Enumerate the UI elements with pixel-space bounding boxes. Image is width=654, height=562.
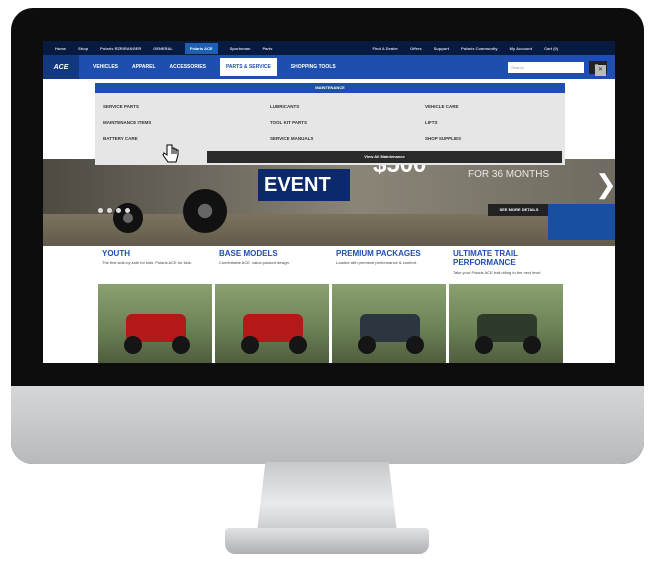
close-icon[interactable]: ✕	[595, 65, 606, 76]
hero-headline: EVENT	[258, 169, 350, 201]
topbar-find-dealer[interactable]: Find A Dealer	[372, 46, 398, 51]
card-desc: Comfortable ACE, value-packed design.	[219, 260, 290, 265]
menu-item-maintenance[interactable]: MAINTENANCE ITEMS	[103, 120, 151, 125]
card-photo[interactable]	[98, 284, 212, 363]
carousel-dot[interactable]	[125, 208, 130, 213]
topbar-ace[interactable]: Polaris ACE	[184, 42, 218, 54]
monitor-stand-base	[225, 528, 429, 554]
atv-wheel-graphic	[124, 336, 142, 354]
topbar-general[interactable]: GENERAL	[153, 46, 173, 51]
nav-shopping-tools[interactable]: SHOPPING TOOLS	[291, 64, 336, 70]
nav-parts-service[interactable]: PARTS & SERVICE	[219, 58, 277, 76]
topbar-parts[interactable]: Parts	[262, 46, 272, 51]
nav-apparel[interactable]: APPAREL	[132, 64, 156, 70]
carousel-dot[interactable]	[116, 208, 121, 213]
card-photo[interactable]	[332, 284, 446, 363]
card-premium-packages[interactable]: PREMIUM PACKAGES Loaded with premium per…	[332, 246, 446, 363]
topbar-shop[interactable]: Shop	[78, 46, 88, 51]
search-input[interactable]: Search	[508, 62, 584, 73]
see-more-button[interactable]: SEE MORE DETAILS	[488, 204, 550, 216]
menu-item-battery-care[interactable]: BATTERY CARE	[103, 136, 138, 141]
atv-wheel-graphic	[183, 189, 227, 233]
menu-item-shop-supplies[interactable]: SHOP SUPPLIES	[425, 136, 461, 141]
carousel-dots	[98, 208, 134, 213]
menu-item-tool-kit-parts[interactable]: TOOL KIT PARTS	[270, 120, 307, 125]
topbar-sportsman[interactable]: Sportsman	[230, 46, 251, 51]
main-nav: ACE VEHICLES APPAREL ACCESSORIES PARTS &…	[43, 55, 615, 79]
carousel-dot[interactable]	[107, 208, 112, 213]
atv-wheel-graphic	[241, 336, 259, 354]
card-desc: Loaded with premium performance & comfor…	[336, 260, 418, 265]
menu-item-service-manuals[interactable]: SERVICE MANUALS	[270, 136, 313, 141]
card-title[interactable]: BASE MODELS	[219, 249, 278, 258]
card-ultimate-trail[interactable]: ULTIMATE TRAIL PERFORMANCE Take your Pol…	[449, 246, 563, 363]
card-base-models[interactable]: BASE MODELS Comfortable ACE, value-packe…	[215, 246, 329, 363]
menu-item-lifts[interactable]: LIFTS	[425, 120, 438, 125]
topbar-offers[interactable]: Offers	[410, 46, 422, 51]
monitor-chin	[11, 386, 644, 464]
menu-item-service-parts[interactable]: SERVICE PARTS	[103, 104, 139, 109]
topbar-account[interactable]: My Account	[510, 46, 533, 51]
view-all-maintenance-button[interactable]: View All Maintenance	[207, 151, 562, 163]
brand-logo[interactable]: ACE	[43, 55, 79, 79]
browser-screen: Home Shop Polaris RZR/RANGER GENERAL Pol…	[43, 41, 615, 363]
hero-term: FOR 36 MONTHS	[468, 169, 550, 180]
accent-bar	[548, 204, 615, 240]
hero-banner: EVENT $500 FOR 36 MONTHS ❯ SEE MORE DETA…	[43, 159, 615, 255]
topbar-support[interactable]: Support	[434, 46, 449, 51]
card-youth[interactable]: YOUTH The first side-by-side for kids. P…	[98, 246, 212, 363]
atv-wheel-graphic	[523, 336, 541, 354]
carousel-dot[interactable]	[98, 208, 103, 213]
atv-wheel-graphic	[475, 336, 493, 354]
card-title[interactable]: YOUTH	[102, 249, 130, 258]
topbar-home[interactable]: Home	[55, 46, 66, 51]
hand-cursor-icon	[162, 144, 179, 163]
parts-service-dropdown: MAINTENANCE SERVICE PARTS LUBRICANTS VEH…	[95, 83, 565, 165]
card-desc: The first side-by-side for kids. Polaris…	[102, 260, 192, 265]
chevron-right-icon[interactable]: ❯	[595, 169, 615, 200]
nav-vehicles[interactable]: VEHICLES	[93, 64, 118, 70]
topbar-cart[interactable]: Cart (0)	[544, 46, 558, 51]
atv-wheel-graphic	[406, 336, 424, 354]
model-cards: YOUTH The first side-by-side for kids. P…	[43, 246, 615, 363]
card-photo[interactable]	[215, 284, 329, 363]
menu-item-vehicle-care[interactable]: VEHICLE CARE	[425, 104, 459, 109]
card-title[interactable]: ULTIMATE TRAIL PERFORMANCE	[453, 249, 553, 267]
nav-accessories[interactable]: ACCESSORIES	[170, 64, 206, 70]
topbar-rzr[interactable]: Polaris RZR/RANGER	[100, 46, 141, 51]
card-title[interactable]: PREMIUM PACKAGES	[336, 249, 421, 258]
utility-bar: Home Shop Polaris RZR/RANGER GENERAL Pol…	[43, 41, 615, 55]
card-desc: Take your Polaris ACE trail riding to th…	[453, 270, 542, 275]
atv-wheel-graphic	[289, 336, 307, 354]
monitor-stand-neck	[257, 462, 397, 532]
menu-item-lubricants[interactable]: LUBRICANTS	[270, 104, 299, 109]
menu-heading: MAINTENANCE	[95, 83, 565, 93]
topbar-community[interactable]: Polaris Community	[461, 46, 497, 51]
atv-wheel-graphic	[358, 336, 376, 354]
atv-wheel-graphic	[172, 336, 190, 354]
card-photo[interactable]	[449, 284, 563, 363]
